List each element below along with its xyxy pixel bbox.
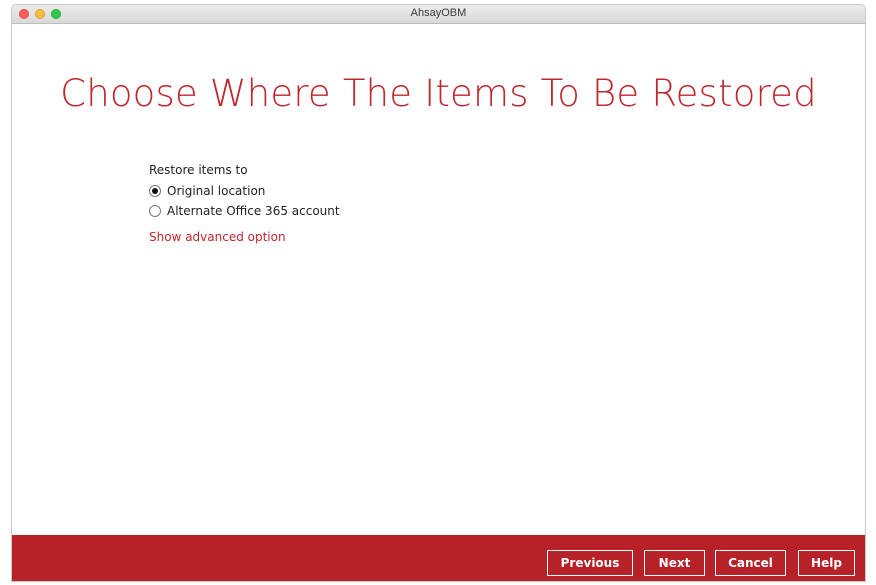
title-bar: AhsayOBM — [12, 5, 865, 24]
alternate-account-label: Alternate Office 365 account — [167, 204, 340, 218]
page-title: Choose Where The Items To Be Restored — [60, 72, 817, 115]
previous-button[interactable]: Previous — [547, 550, 633, 576]
app-window: AhsayOBM Choose Where The Items To Be Re… — [11, 4, 866, 582]
footer-bar: Previous Next Cancel Help — [12, 535, 865, 581]
alternate-account-option[interactable]: Alternate Office 365 account — [149, 201, 340, 221]
radio-unselected-icon[interactable] — [149, 205, 161, 217]
original-location-label: Original location — [167, 184, 266, 198]
restore-items-label: Restore items to — [149, 163, 248, 177]
help-button[interactable]: Help — [798, 550, 855, 576]
window-title: AhsayOBM — [410, 7, 467, 19]
restore-options: Restore items to Original location Alter… — [149, 163, 340, 244]
cancel-button[interactable]: Cancel — [715, 550, 786, 576]
original-location-option[interactable]: Original location — [149, 181, 340, 201]
show-advanced-option-link[interactable]: Show advanced option — [149, 230, 340, 244]
radio-selected-icon[interactable] — [149, 185, 161, 197]
next-button[interactable]: Next — [644, 550, 705, 576]
